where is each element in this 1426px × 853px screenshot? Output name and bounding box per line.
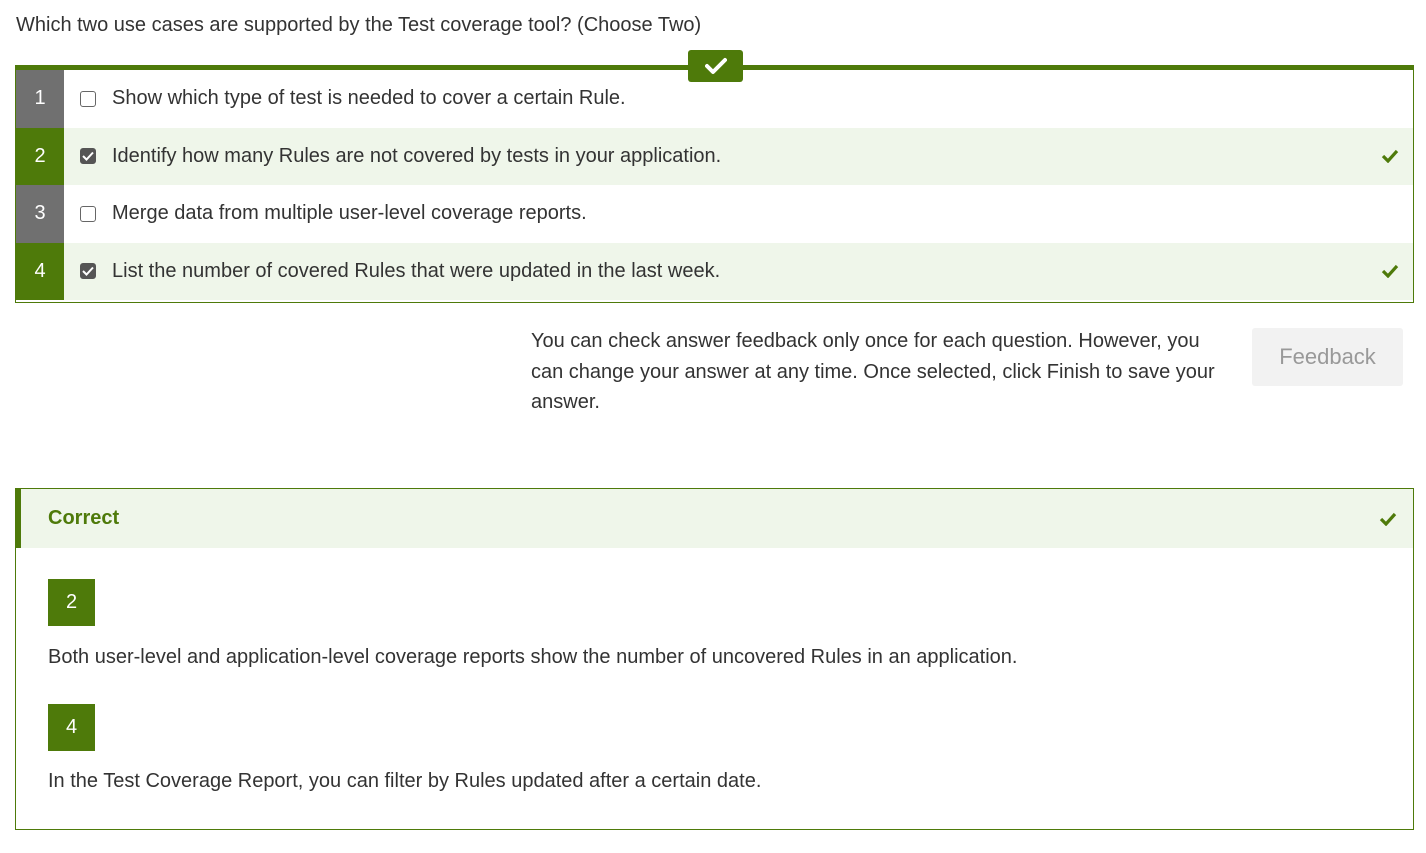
option-number: 4: [16, 242, 64, 300]
option-label: Identify how many Rules are not covered …: [112, 144, 722, 167]
correct-check-icon: [1381, 265, 1399, 279]
checkmark-icon: [82, 267, 94, 277]
option-label: Merge data from multiple user-level cove…: [112, 202, 587, 225]
option-number: 2: [16, 127, 64, 185]
result-title: Correct: [48, 507, 120, 529]
checkmark-icon: [82, 152, 94, 162]
check-icon: [1379, 512, 1397, 526]
option-checkbox[interactable]: [80, 205, 96, 222]
option-label: List the number of covered Rules that we…: [112, 259, 721, 282]
option-checkbox[interactable]: [80, 263, 96, 280]
answer-option-2[interactable]: 2 Identify how many Rules are not covere…: [16, 127, 1413, 185]
answer-option-3[interactable]: 3 Merge data from multiple user-level co…: [16, 185, 1413, 243]
option-label: Show which type of test is needed to cov…: [112, 87, 626, 110]
feedback-button[interactable]: Feedback: [1252, 328, 1403, 386]
feedback-note: You can check answer feedback only once …: [531, 330, 1215, 413]
option-checkbox[interactable]: [80, 90, 96, 107]
explanation-text: Both user-level and application-level co…: [48, 646, 1018, 668]
option-checkbox[interactable]: [80, 148, 96, 165]
option-number: 1: [16, 70, 64, 128]
result-header: Correct: [16, 489, 1413, 548]
correct-check-icon: [1381, 150, 1399, 164]
answer-option-4[interactable]: 4 List the number of covered Rules that …: [16, 242, 1413, 300]
explanation-number-badge: 4: [48, 704, 95, 751]
answer-options: 1 Show which type of test is needed to c…: [15, 50, 1414, 303]
result-panel: Correct 2 Both user-level and applicatio…: [15, 488, 1414, 830]
option-number: 3: [16, 185, 64, 243]
explanation-text: In the Test Coverage Report, you can fil…: [48, 770, 762, 792]
question-text: Which two use cases are supported by the…: [16, 14, 702, 36]
answer-option-1[interactable]: 1 Show which type of test is needed to c…: [16, 70, 1413, 128]
explanation-number-badge: 2: [48, 579, 95, 626]
